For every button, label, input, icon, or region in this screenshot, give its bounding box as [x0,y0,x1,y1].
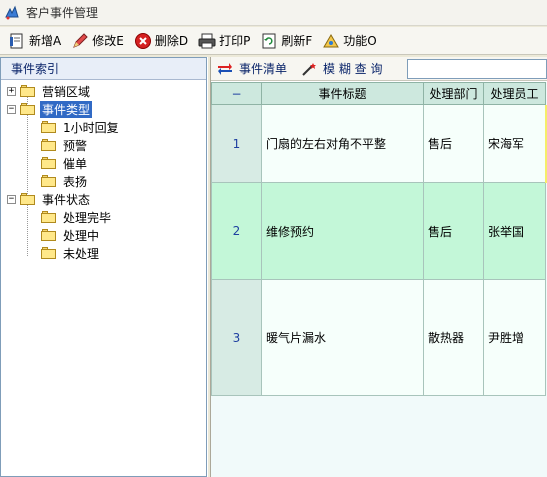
delete-icon [134,32,152,50]
printer-icon [198,32,216,50]
cell-title[interactable]: 维修预约 [261,182,424,280]
tree-label: 未处理 [63,246,100,261]
tree-node-one-hour-reply[interactable]: 1小时回复 [1,118,206,136]
tree-label-selected: 事件类型 [40,100,93,118]
delete-button-label: 删除D [154,34,189,48]
refresh-icon [260,32,278,50]
tree-node-event-status[interactable]: − 事件状态 [1,190,206,208]
folder-icon [41,175,57,187]
tree-node-unprocessed[interactable]: 未处理 [1,244,206,262]
row-number: 3 [211,279,262,396]
row-number: 2 [211,182,262,280]
tree-label: 1小时回复 [63,120,119,135]
title-bar: 客户事件管理 [0,0,547,26]
delete-button[interactable]: 删除D [130,29,192,53]
fuzzy-search-tab[interactable]: 模 糊 查 询 [301,60,382,77]
tree-label: 表扬 [63,174,88,189]
tree-label: 处理完毕 [63,210,112,225]
folder-icon [41,247,57,259]
new-doc-icon [8,32,26,50]
cell-staff[interactable]: 尹胜增 [483,279,546,396]
table-corner[interactable]: − [211,82,262,105]
table-header-row: − 事件标题 处理部门 处理员工 [211,82,546,105]
folder-icon [41,157,57,169]
cell-staff[interactable]: 张举国 [483,182,546,280]
column-header-dept[interactable]: 处理部门 [423,82,484,105]
folder-icon [41,229,57,241]
edit-button[interactable]: 修改E [67,29,128,53]
row-number: 1 [211,104,262,183]
folder-icon [41,139,57,151]
folder-open-icon [20,103,36,115]
swap-arrows-icon [217,62,233,76]
column-header-title[interactable]: 事件标题 [261,82,424,105]
app-icon [4,5,20,21]
event-table: − 事件标题 处理部门 处理员工 1 门扇的左右对角不平整 售后 宋海军 2 维… [211,82,547,477]
collapse-icon[interactable]: − [7,104,16,114]
cell-dept[interactable]: 售后 [423,182,484,280]
tree-label: 催单 [63,156,88,171]
search-input[interactable] [407,58,547,79]
cell-dept[interactable]: 售后 [423,104,484,183]
function-button-label: 功能O [343,34,377,48]
folder-icon [20,85,36,97]
event-list-panel: 事件清单 模 糊 查 询 − 事件标题 处理部门 处理员工 1 门扇的左右对角不… [211,57,547,477]
window-title: 客户事件管理 [26,6,99,20]
tree-label: 事件状态 [42,192,91,207]
table-row[interactable]: 1 门扇的左右对角不平整 售后 宋海军 [211,104,546,183]
event-list-tab-label: 事件清单 [239,62,288,76]
edit-icon [71,32,89,50]
event-list-tab[interactable]: 事件清单 [217,60,287,77]
new-button[interactable]: 新增A [4,29,65,53]
folder-open-icon [20,193,36,205]
event-index-panel: 事件索引 + 营销区域 − 事件类型 1小时回复 预警 催单 表扬 − 事件状态… [0,57,207,477]
table-row[interactable]: 2 维修预约 售后 张举国 [211,182,546,280]
fuzzy-search-tab-label: 模 糊 查 询 [323,62,383,76]
tree-node-urge[interactable]: 催单 [1,154,206,172]
tree-node-warning[interactable]: 预警 [1,136,206,154]
magic-wand-icon [301,62,317,76]
collapse-icon[interactable]: − [7,194,16,204]
cell-title[interactable]: 暖气片漏水 [261,279,424,396]
tree-node-marketing-region[interactable]: + 营销区域 [1,82,206,100]
cell-dept[interactable]: 散热器 [423,279,484,396]
tree-node-completed[interactable]: 处理完毕 [1,208,206,226]
function-button[interactable]: 功能O [318,29,380,53]
tree-label: 营销区域 [42,84,91,99]
cell-title[interactable]: 门扇的左右对角不平整 [261,104,424,183]
folder-icon [41,121,57,133]
list-toolbar: 事件清单 模 糊 查 询 [211,57,547,81]
print-button-label: 打印P [219,34,251,48]
tree-node-in-progress[interactable]: 处理中 [1,226,206,244]
refresh-button[interactable]: 刷新F [256,29,316,53]
cell-staff[interactable]: 宋海军 [483,104,546,183]
tree-label: 处理中 [63,228,100,243]
refresh-button-label: 刷新F [281,34,313,48]
print-button[interactable]: 打印P [194,29,254,53]
new-button-label: 新增A [29,34,62,48]
event-tree: + 营销区域 − 事件类型 1小时回复 预警 催单 表扬 − 事件状态 处理完毕… [1,80,206,262]
tree-node-praise[interactable]: 表扬 [1,172,206,190]
tree-node-event-type[interactable]: − 事件类型 [1,100,206,118]
main-toolbar: 新增A 修改E 删除D 打印P 刷新F 功能O [0,27,547,55]
tree-label: 预警 [63,138,88,153]
column-header-staff[interactable]: 处理员工 [483,82,546,105]
event-table-grid: − 事件标题 处理部门 处理员工 1 门扇的左右对角不平整 售后 宋海军 2 维… [211,82,546,396]
function-icon [322,32,340,50]
event-index-header: 事件索引 [1,58,206,80]
edit-button-label: 修改E [92,34,124,48]
expand-icon[interactable]: + [7,86,16,96]
table-row[interactable]: 3 暖气片漏水 散热器 尹胜增 [211,279,546,396]
folder-icon [41,211,57,223]
